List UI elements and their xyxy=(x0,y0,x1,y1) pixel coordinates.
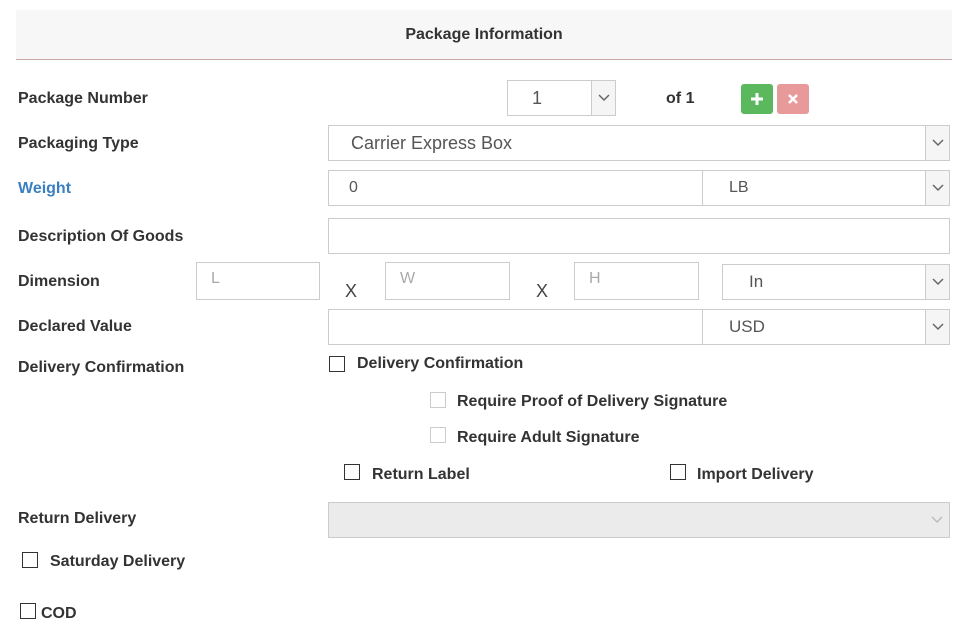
description-label: Description Of Goods xyxy=(18,228,184,245)
currency-value: USD xyxy=(729,317,765,336)
remove-package-button[interactable] xyxy=(777,84,809,114)
packaging-type-label: Packaging Type xyxy=(18,135,139,152)
cod-checkbox[interactable] xyxy=(20,603,36,619)
weight-label[interactable]: Weight xyxy=(18,178,71,200)
chevron-down-icon xyxy=(925,310,949,344)
declared-value-label: Declared Value xyxy=(18,318,132,335)
proof-signature-label: Require Proof of Delivery Signature xyxy=(457,393,728,410)
return-label-checkbox[interactable] xyxy=(344,464,360,480)
saturday-delivery-checkbox[interactable] xyxy=(22,552,38,568)
return-delivery-select[interactable] xyxy=(328,502,950,538)
add-package-button[interactable] xyxy=(741,84,773,114)
delivery-confirmation-checkbox-label: Delivery Confirmation xyxy=(357,355,524,372)
close-icon xyxy=(788,94,798,104)
dimension-unit-select[interactable]: In xyxy=(722,264,950,300)
dimension-label: Dimension xyxy=(18,273,100,290)
weight-value: 0 xyxy=(349,179,358,196)
declared-value-input[interactable] xyxy=(328,309,703,345)
package-number-select[interactable]: 1 xyxy=(507,80,616,116)
currency-select[interactable]: USD xyxy=(702,309,950,345)
package-number-label: Package Number xyxy=(18,90,148,107)
return-delivery-label: Return Delivery xyxy=(18,510,137,527)
length-input[interactable]: L xyxy=(196,262,320,300)
import-delivery-checkbox[interactable] xyxy=(670,464,686,480)
cod-label: COD xyxy=(41,605,77,622)
description-input[interactable] xyxy=(328,218,950,254)
chevron-down-icon xyxy=(925,265,949,299)
import-delivery-label: Import Delivery xyxy=(697,466,814,483)
adult-signature-checkbox[interactable] xyxy=(430,427,446,443)
delivery-confirmation-label: Delivery Confirmation xyxy=(18,359,185,376)
package-total: 1 xyxy=(685,90,695,107)
adult-signature-label: Require Adult Signature xyxy=(457,429,640,446)
plus-icon xyxy=(751,93,763,105)
width-placeholder: W xyxy=(400,270,416,287)
chevron-down-icon xyxy=(591,81,615,115)
weight-input[interactable]: 0 xyxy=(328,170,703,206)
height-input[interactable]: H xyxy=(574,262,699,300)
chevron-down-icon xyxy=(925,171,949,205)
height-placeholder: H xyxy=(589,270,601,287)
packaging-type-select[interactable]: Carrier Express Box xyxy=(328,125,950,161)
chevron-down-icon xyxy=(925,503,949,537)
package-of-text: of xyxy=(666,90,682,107)
section-title: Package Information xyxy=(405,25,563,43)
return-label-label: Return Label xyxy=(372,466,470,483)
length-placeholder: L xyxy=(211,270,220,287)
section-header: Package Information xyxy=(16,10,952,60)
dimension-unit-value: In xyxy=(749,272,764,291)
proof-signature-checkbox[interactable] xyxy=(430,392,446,408)
package-count: of 1 xyxy=(666,90,694,108)
dimension-separator: X xyxy=(536,281,549,301)
chevron-down-icon xyxy=(925,126,949,160)
packaging-type-value: Carrier Express Box xyxy=(351,133,513,153)
weight-unit-value: LB xyxy=(729,179,749,196)
width-input[interactable]: W xyxy=(385,262,510,300)
package-number-value: 1 xyxy=(532,88,543,108)
delivery-confirmation-checkbox[interactable] xyxy=(329,356,345,372)
weight-unit-select[interactable]: LB xyxy=(702,170,950,206)
dimension-separator: X xyxy=(345,281,358,301)
saturday-delivery-label: Saturday Delivery xyxy=(50,553,186,570)
